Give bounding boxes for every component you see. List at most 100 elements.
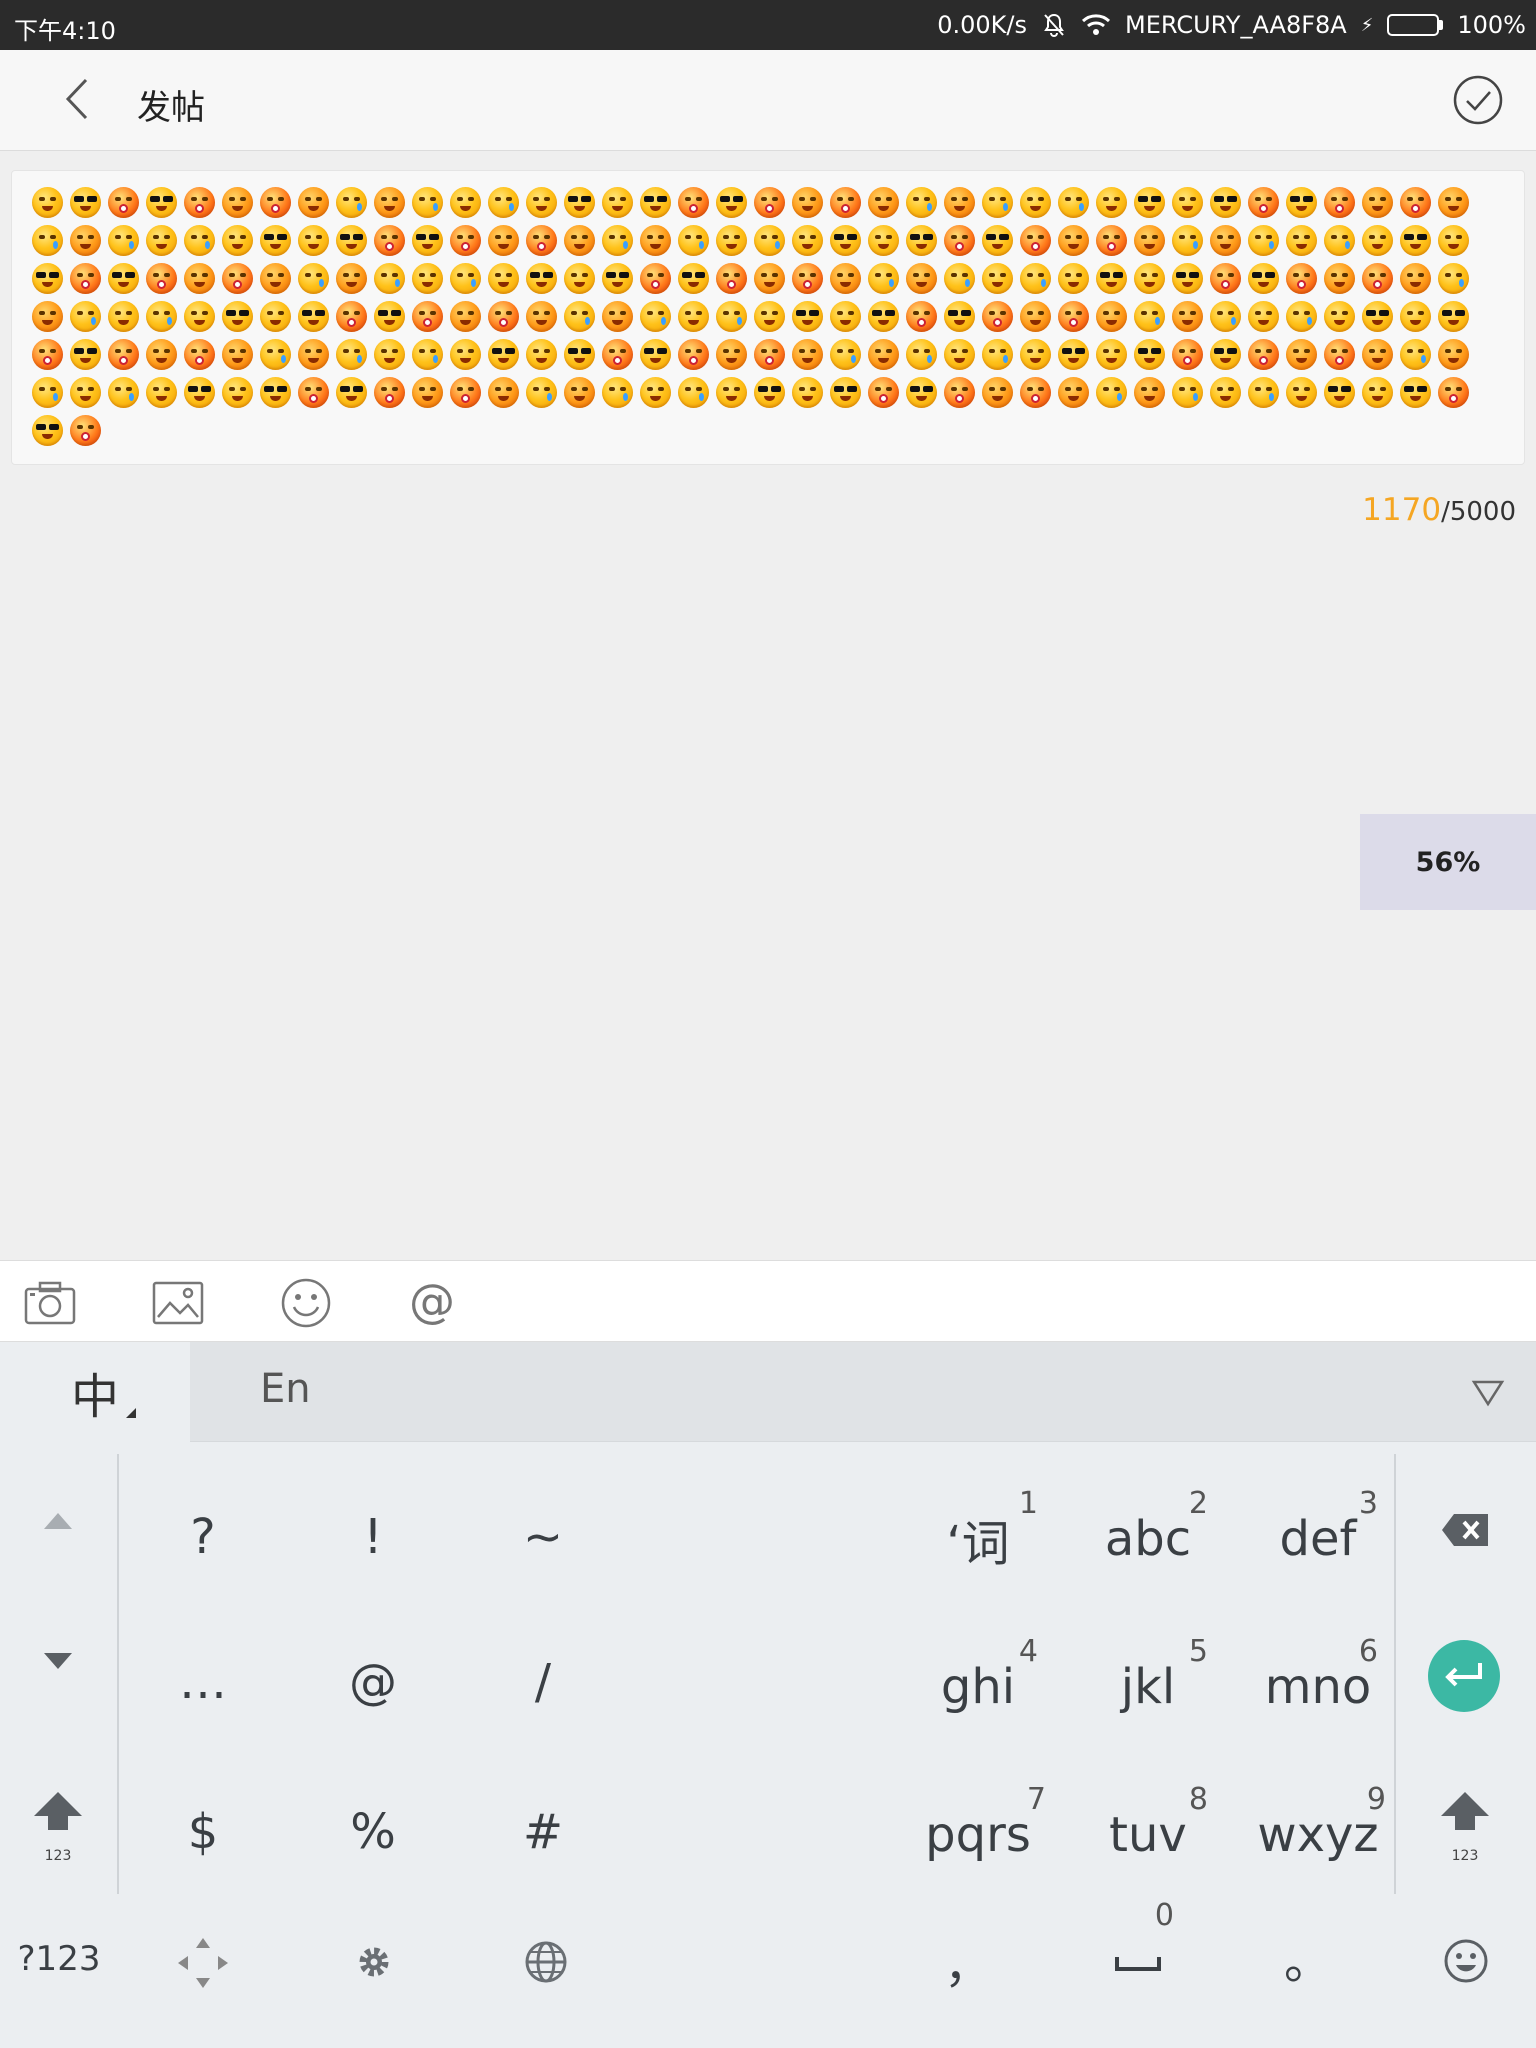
emoji-item (830, 225, 861, 256)
emoji-item (450, 187, 481, 218)
emoji-item (716, 339, 747, 370)
battery-icon (1387, 14, 1444, 36)
emoji-item (526, 187, 557, 218)
lang-chinese-label: 中 (70, 1369, 119, 1425)
emoji-item (1096, 301, 1127, 332)
emoji-item (222, 301, 253, 332)
at-mention-icon[interactable]: @ (404, 1275, 460, 1331)
confirm-check-icon[interactable] (1452, 74, 1504, 126)
emoji-item (374, 301, 405, 332)
emoji-item (1134, 187, 1165, 218)
backspace-icon[interactable] (1440, 1512, 1490, 1548)
emoji-item (1172, 263, 1203, 294)
mute-bell-icon (1044, 13, 1064, 37)
key-tilde[interactable]: ~ (495, 1502, 591, 1572)
emoji-item (1210, 263, 1241, 294)
t9-key-7[interactable]: pqrs 7 (910, 1782, 1046, 1870)
emoji-item (944, 225, 975, 256)
emoji-item (32, 377, 63, 408)
emoji-item (944, 263, 975, 294)
back-arrow-icon[interactable] (54, 74, 104, 124)
emoji-item (602, 301, 633, 332)
emoji-item (906, 301, 937, 332)
emoji-item (374, 263, 405, 294)
key-dollar[interactable]: $ (155, 1797, 251, 1867)
emoji-item (602, 377, 633, 408)
t9-key-6[interactable]: mno 6 (1258, 1634, 1378, 1722)
t9-key-5[interactable]: jkl 5 (1088, 1634, 1208, 1722)
emoji-item (982, 225, 1013, 256)
emoji-item (1210, 225, 1241, 256)
image-icon[interactable] (150, 1275, 206, 1331)
t9-key-1-label: ‘词 (946, 1516, 1010, 1572)
emoji-item (564, 187, 595, 218)
scroll-down-icon[interactable] (40, 1647, 76, 1677)
emoji-item (1362, 187, 1393, 218)
emoji-item (488, 339, 519, 370)
enter-arrow-icon (1445, 1663, 1482, 1687)
t9-key-7-num: 7 (1026, 1782, 1046, 1817)
emoji-item (754, 377, 785, 408)
globe-icon[interactable] (524, 1940, 568, 1984)
keyboard-emoji-icon[interactable] (1443, 1938, 1489, 1984)
svg-text:@: @ (409, 1275, 455, 1328)
emoji-item (1020, 301, 1051, 332)
t9-key-3[interactable]: def 3 (1258, 1486, 1378, 1574)
emoji-item (298, 187, 329, 218)
status-bar: 下午4:10 0.00K/s MERCURY_AA8F8A ⚡ 100% (0, 0, 1536, 50)
t9-key-8[interactable]: tuv 8 (1088, 1782, 1208, 1870)
comma-key[interactable]: ， (938, 1926, 998, 1996)
emoji-item (1400, 377, 1431, 408)
lang-chinese-tab[interactable]: 中 (0, 1342, 190, 1442)
emoji-item (298, 301, 329, 332)
emoji-item (70, 377, 101, 408)
emoji-item (1286, 339, 1317, 370)
emoji-item (1172, 301, 1203, 332)
cursor-move-icon[interactable] (176, 1936, 230, 1990)
key-at[interactable]: @ (325, 1647, 421, 1717)
emoji-item (1438, 187, 1469, 218)
char-count-limit: /5000 (1441, 497, 1516, 527)
shift-right-key[interactable]: 123 (1435, 1782, 1495, 1864)
emoji-item (982, 263, 1013, 294)
emoji-item (754, 339, 785, 370)
t9-key-4[interactable]: ghi 4 (918, 1634, 1038, 1722)
emoji-item (108, 225, 139, 256)
key-percent[interactable]: % (325, 1797, 421, 1867)
emoji-item (412, 263, 443, 294)
emoji-item (1058, 187, 1089, 218)
settings-gear-icon[interactable] (354, 1942, 394, 1982)
camera-icon[interactable] (22, 1275, 78, 1331)
emoji-item (564, 263, 595, 294)
emoji-icon[interactable] (278, 1275, 334, 1331)
emoji-item (1438, 339, 1469, 370)
t9-key-8-label: tuv (1109, 1807, 1187, 1863)
lang-english-tab[interactable]: En (260, 1366, 311, 1412)
emoji-item (1058, 301, 1089, 332)
period-key[interactable]: 。 (1278, 1922, 1338, 1992)
emoji-item (1438, 263, 1469, 294)
key-question[interactable]: ? (155, 1502, 251, 1572)
emoji-item (1400, 263, 1431, 294)
emoji-item (70, 187, 101, 218)
key-exclaim[interactable]: ! (325, 1502, 421, 1572)
emoji-item (108, 377, 139, 408)
emoji-item (754, 225, 785, 256)
scroll-up-icon[interactable] (40, 1505, 76, 1535)
enter-key[interactable] (1428, 1640, 1500, 1712)
mode-switch-key[interactable]: ?123 (14, 1934, 104, 1984)
key-ellipsis[interactable]: … (155, 1647, 251, 1717)
post-content-editor[interactable] (11, 170, 1525, 465)
t9-key-1[interactable]: ‘词 1 (918, 1486, 1038, 1574)
t9-key-9[interactable]: wxyz 9 (1250, 1782, 1386, 1870)
emoji-item (1134, 225, 1165, 256)
shift-left-key[interactable]: 123 (28, 1782, 88, 1864)
emoji-item (602, 225, 633, 256)
emoji-item (1400, 301, 1431, 332)
emoji-item (564, 339, 595, 370)
key-slash[interactable]: / (495, 1647, 591, 1717)
collapse-keyboard-icon[interactable] (1470, 1374, 1506, 1410)
space-key[interactable]: 0 (1108, 1898, 1174, 1988)
key-hash[interactable]: # (495, 1797, 591, 1867)
t9-key-2[interactable]: abc 2 (1088, 1486, 1208, 1574)
